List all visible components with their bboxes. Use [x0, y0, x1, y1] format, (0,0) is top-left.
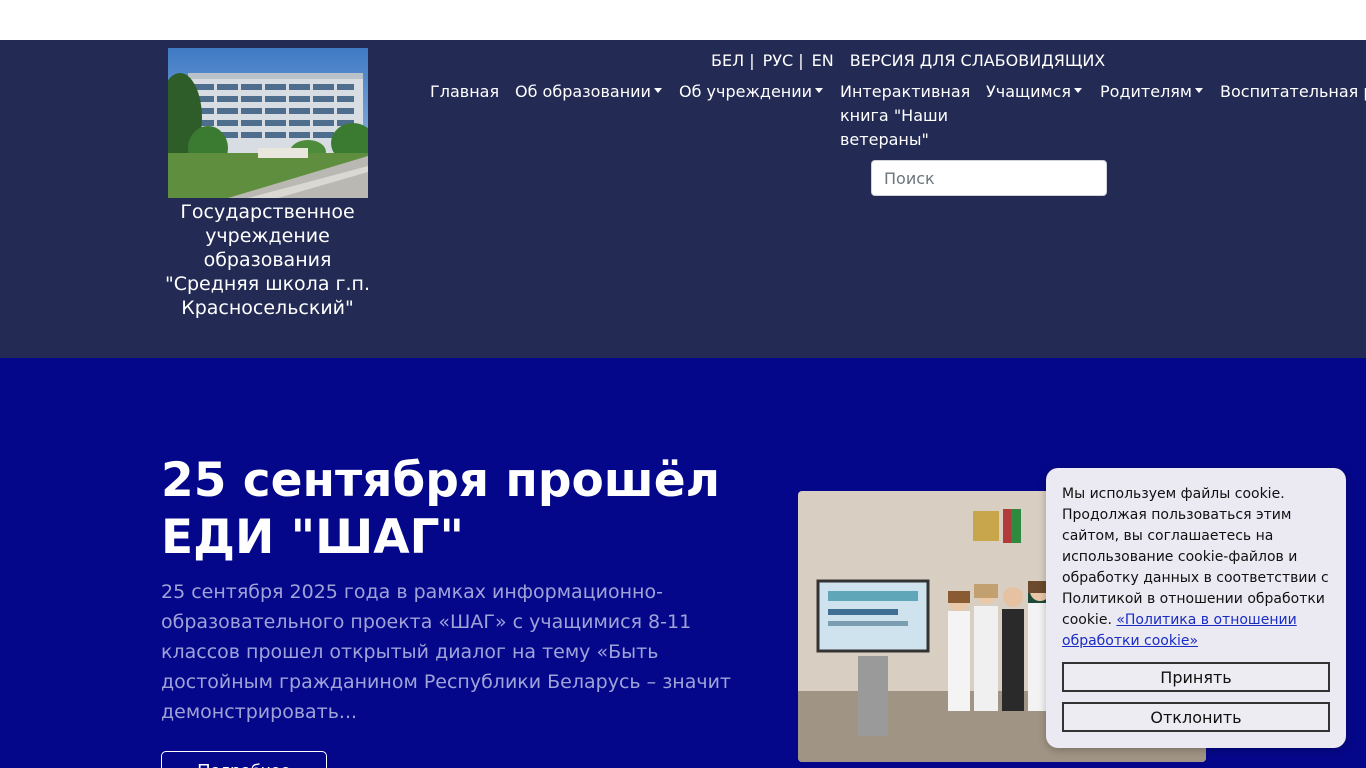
news-summary: 25 сентября 2025 года в рамках информаци…	[161, 581, 731, 723]
nav-item-label: Об образовании	[515, 82, 651, 101]
cookie-consent-banner: Мы используем файлы cookie. Продолжая по…	[1046, 468, 1346, 748]
low-vision-version-link[interactable]: ВЕРСИЯ ДЛЯ СЛАБОВИДЯЩИХ	[850, 51, 1106, 70]
nav-item-education-work[interactable]: Воспитательная работа	[1220, 80, 1366, 104]
read-more-button[interactable]: Подробнее	[161, 751, 327, 768]
nav-item-veterans-book[interactable]: Интерактивная книга "Наши ветераны"	[840, 80, 980, 152]
decline-cookies-button[interactable]: Отклонить	[1062, 702, 1330, 732]
top-white-bar	[0, 0, 1366, 40]
caret-down-icon	[815, 88, 824, 93]
accept-cookies-button[interactable]: Принять	[1062, 662, 1330, 692]
nav-item-label: Родителям	[1100, 82, 1192, 101]
news-title: 25 сентября прошёл ЕДИ "ШАГ"	[161, 453, 721, 565]
nav-item-label: Об учреждении	[679, 82, 813, 101]
school-building-logo[interactable]	[168, 48, 368, 198]
nav-item-students[interactable]: Учащимся	[986, 80, 1082, 104]
cookie-message-text: Мы используем файлы cookie. Продолжая по…	[1062, 486, 1329, 628]
lang-bel[interactable]: БЕЛ |	[711, 51, 755, 70]
main-nav: Главная Об образовании Об учреждении Инт…	[430, 80, 1366, 160]
school-name: Государственное учреждение образования "…	[164, 201, 370, 319]
nav-item-about-education[interactable]: Об образовании	[515, 80, 662, 104]
nav-item-about-institution[interactable]: Об учреждении	[679, 80, 824, 104]
site-header: Государственное учреждение образования "…	[0, 40, 1366, 358]
nav-item-label: Воспитательная работа	[1220, 82, 1366, 101]
nav-item-label: Учащимся	[986, 82, 1071, 101]
caret-down-icon	[653, 88, 662, 93]
nav-item-label: Интерактивная книга "Наши ветераны"	[840, 82, 971, 149]
caret-down-icon	[1073, 88, 1082, 93]
lang-rus[interactable]: РУС |	[763, 51, 804, 70]
caret-down-icon	[1194, 88, 1203, 93]
cookie-message: Мы используем файлы cookie. Продолжая по…	[1062, 484, 1334, 652]
search-input[interactable]	[871, 160, 1107, 196]
school-building-image	[168, 48, 368, 198]
nav-item-main[interactable]: Главная	[430, 80, 499, 104]
nav-item-label: Главная	[430, 82, 500, 101]
nav-item-parents[interactable]: Родителям	[1100, 80, 1203, 104]
lang-en[interactable]: EN	[812, 51, 834, 70]
language-switcher: БЕЛ | РУС | EN ВЕРСИЯ ДЛЯ СЛАБОВИДЯЩИХ	[711, 51, 1109, 71]
